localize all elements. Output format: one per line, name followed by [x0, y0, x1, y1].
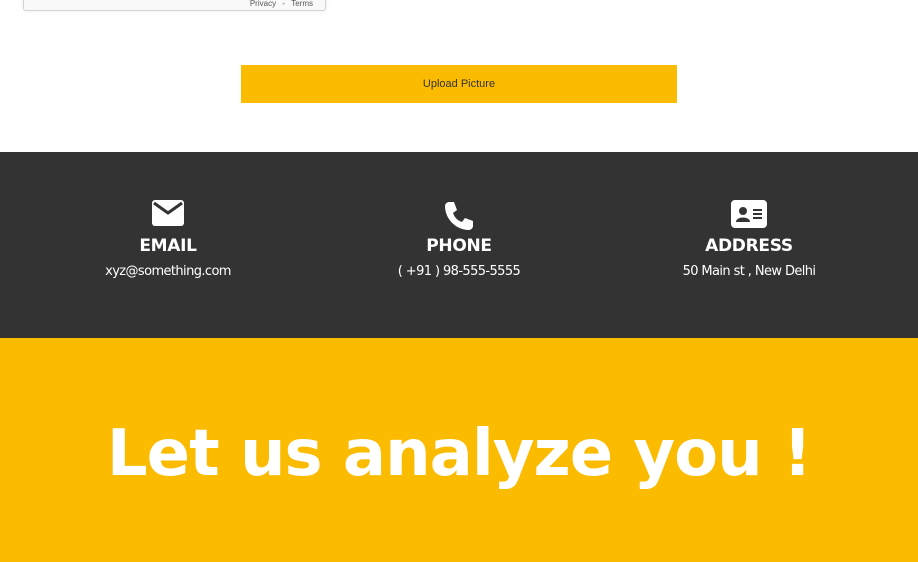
- contact-phone: PHONE ( +91 ) 98-555-5555: [309, 200, 609, 279]
- hero-section: Let us analyze you !: [0, 338, 918, 562]
- envelope-icon: [18, 200, 318, 234]
- recaptcha-terms-link[interactable]: Terms: [291, 0, 313, 8]
- recaptcha-privacy-link[interactable]: Privacy: [250, 0, 276, 8]
- recaptcha-links: Privacy - Terms: [246, 0, 313, 8]
- address-card-icon: [599, 200, 899, 234]
- contact-address-title: ADDRESS: [705, 236, 793, 256]
- contact-email: EMAIL xyz@something.com: [18, 200, 318, 279]
- hero-title: Let us analyze you !: [106, 417, 812, 491]
- phone-icon: [309, 200, 609, 234]
- recaptcha-widget[interactable]: Privacy - Terms: [23, 0, 326, 11]
- contact-phone-title: PHONE: [426, 236, 492, 256]
- contact-phone-value[interactable]: ( +91 ) 98-555-5555: [309, 264, 609, 279]
- contact-email-value[interactable]: xyz@something.com: [18, 264, 318, 279]
- contact-address: ADDRESS 50 Main st , New Delhi: [599, 200, 899, 279]
- contact-address-value: 50 Main st , New Delhi: [682, 264, 816, 279]
- contact-email-title: EMAIL: [139, 236, 197, 256]
- upload-picture-button[interactable]: Upload Picture: [241, 65, 677, 103]
- recaptcha-separator: -: [282, 0, 285, 8]
- contact-section: EMAIL xyz@something.com PHONE ( +91 ) 98…: [0, 152, 918, 338]
